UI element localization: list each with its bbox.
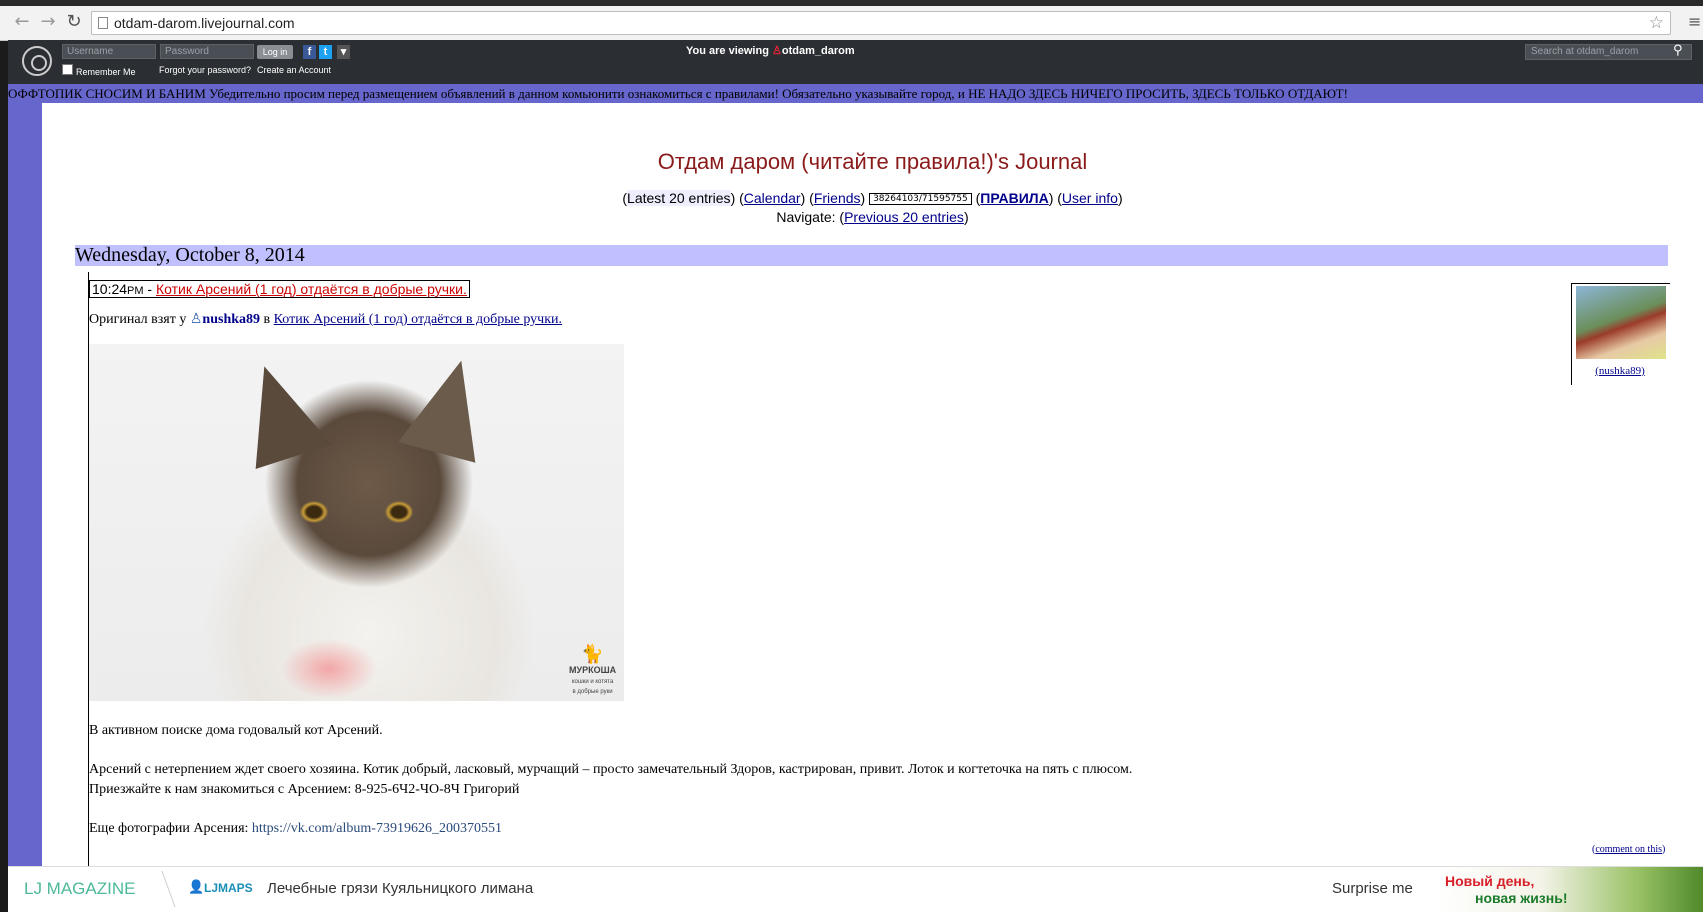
password-input[interactable]: Password — [160, 44, 254, 59]
entry-paragraph-2: Арсений с нетерпением ждет своего хозяин… — [89, 762, 1133, 777]
entry-header: 10:24PM - Котик Арсений (1 год) отдаётся… — [89, 280, 470, 298]
surprise-me-button[interactable]: Surprise me — [1332, 880, 1413, 897]
lj-magazine-bar: LJ MAGAZINE 👤 LJMAPS Лечебные грязи Куял… — [8, 866, 1703, 912]
tab-strip — [0, 0, 1703, 6]
entry-paragraph-3: Приезжайте к нам знакомиться с Арсением:… — [89, 782, 520, 797]
cat-logo-icon: 🐈 — [581, 644, 604, 664]
watermark-line3: в добрые руки — [572, 689, 613, 695]
ad-line-1: Новый день, — [1445, 873, 1535, 889]
create-account-link[interactable]: Create an Account — [257, 65, 331, 75]
cat-photo: 🐈 МУРКОША кошки и котята в добрые руки — [89, 344, 624, 701]
url-text[interactable]: otdam-darom.livejournal.com — [114, 15, 295, 31]
original-in-label: в — [263, 312, 271, 327]
remember-me-label: Remember Me — [76, 67, 136, 77]
viewing-label: You are viewing ♙otdam_darom — [686, 44, 855, 57]
facebook-icon[interactable]: f — [303, 45, 316, 59]
left-border-bar — [8, 84, 42, 911]
advertisement-banner[interactable]: Новый день, новая жизнь! — [1435, 867, 1703, 912]
journal-content: Отдам даром (читайте правила!)'s Journal… — [42, 103, 1703, 873]
original-post-link[interactable]: Котик Арсений (1 год) отдаётся в добрые … — [274, 312, 562, 327]
chevron-down-icon[interactable]: ▾ — [337, 45, 350, 59]
latest-entries-tab[interactable]: Latest 20 entries — [627, 190, 731, 206]
user-info-link[interactable]: User info — [1062, 190, 1118, 206]
navigate-line: Navigate: (Previous 20 entries) — [776, 209, 969, 225]
friends-link[interactable]: Friends — [814, 190, 861, 206]
viewing-user-link[interactable]: otdam_darom — [782, 45, 855, 57]
lj-top-bar: Username Password Log in f t ▾ Remember … — [8, 40, 1703, 84]
forward-icon[interactable]: → — [38, 12, 58, 32]
browser-toolbar: ← → ↻ otdam-darom.livejournal.com ☆ ≡ — [0, 0, 1703, 41]
cat-ear-left — [226, 353, 332, 470]
forgot-password-link[interactable]: Forgot your password? — [159, 65, 251, 75]
calendar-link[interactable]: Calendar — [744, 190, 801, 206]
reload-icon[interactable]: ↻ — [64, 12, 84, 32]
search-input[interactable]: Search at otdam_darom — [1525, 44, 1692, 60]
journal-title: Отдам даром (читайте правила!)'s Journal — [657, 149, 1088, 174]
user-icon: 👤 — [188, 880, 205, 895]
photos-prefix: Еще фотографии Арсения: — [89, 821, 249, 836]
username-input[interactable]: Username — [62, 44, 156, 59]
entry-subject-link[interactable]: Котик Арсений (1 год) отдаётся в добрые … — [156, 281, 467, 297]
watermark-line2: кошки и котята — [571, 679, 614, 685]
userpic-avatar[interactable] — [1576, 286, 1666, 359]
watermark-title: МУРКОША — [569, 665, 617, 675]
twitter-icon[interactable]: t — [319, 45, 332, 59]
bookmark-star-icon[interactable]: ☆ — [1649, 13, 1664, 33]
date-header: Wednesday, October 8, 2014 — [75, 245, 1668, 266]
separator-chevron — [147, 871, 176, 907]
community-banner: ОФФТОПИК СНОСИМ И БАНИМ Убедительно прос… — [8, 84, 1703, 103]
userpic-user-link[interactable]: (nushka89) — [1571, 365, 1669, 377]
journal-nav: (Latest 20 entries) (Calendar) (Friends)… — [622, 190, 1123, 206]
search-icon[interactable]: ⚲ — [1673, 43, 1683, 58]
login-button[interactable]: Log in — [257, 45, 293, 59]
original-user-link[interactable]: nushka89 — [202, 312, 260, 327]
browser-menu-icon[interactable]: ≡ — [1688, 12, 1701, 31]
viewing-prefix: You are viewing — [686, 45, 769, 57]
user-icon: ♙ — [189, 312, 203, 327]
visit-counter: 38264103/71595755 — [869, 193, 972, 205]
address-bar[interactable]: otdam-darom.livejournal.com ☆ — [91, 11, 1671, 35]
entry-time: 10:24 — [92, 281, 128, 297]
page-icon — [98, 17, 108, 29]
comment-on-this-link[interactable]: (comment on this) — [1592, 844, 1665, 855]
back-icon[interactable]: ← — [12, 12, 32, 32]
ad-line-2: новая жизнь! — [1475, 890, 1568, 906]
previous-entries-link[interactable]: Previous 20 entries — [844, 209, 964, 225]
rules-link[interactable]: ПРАВИЛА — [980, 190, 1048, 206]
magazine-headline-link[interactable]: Лечебные грязи Куяльницкого лимана — [267, 880, 533, 897]
navigate-label: Navigate: — [776, 209, 836, 225]
vk-album-link[interactable]: https://vk.com/album-73919626_200370551 — [252, 821, 502, 836]
community-icon: ♙ — [772, 45, 782, 57]
entry-ampm: PM — [127, 285, 144, 297]
murkosha-watermark: 🐈 МУРКОША кошки и котята в добрые руки — [569, 644, 616, 695]
original-source-line: Оригинал взят у ♙nushka89 в Котик Арсени… — [89, 311, 562, 328]
original-prefix: Оригинал взят у — [89, 312, 187, 327]
entry-paragraph-4: Еще фотографии Арсения: https://vk.com/a… — [89, 821, 502, 837]
cat-ear-right — [398, 350, 500, 463]
remember-me-checkbox[interactable] — [62, 64, 73, 75]
ljmaps-link[interactable]: LJMAPS — [204, 881, 253, 895]
entry-paragraph-1: В активном поиске дома годовалый кот Арс… — [89, 723, 383, 738]
lj-logo-icon[interactable] — [22, 46, 52, 76]
lj-magazine-link[interactable]: LJ MAGAZINE — [24, 879, 135, 899]
